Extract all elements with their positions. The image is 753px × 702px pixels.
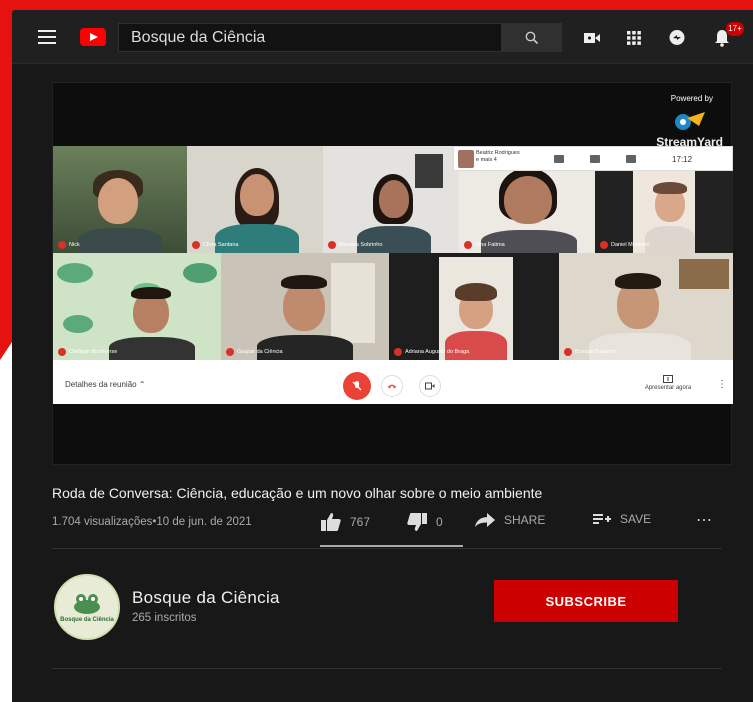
powered-by-label: Powered by — [670, 94, 713, 103]
participant-name: Mariana Sobrinho — [328, 241, 382, 249]
like-ratio-bar — [320, 545, 463, 547]
channel-avatar[interactable]: Bosque da Ciência — [54, 574, 120, 640]
meet-time: 17:12 — [672, 155, 693, 164]
frog-logo-icon — [74, 593, 100, 614]
camera-icon — [425, 382, 435, 390]
overlay-participant: Beatriz Rodrigues e mais 4 — [476, 150, 520, 163]
video-player[interactable]: Powered by StreamYard Nick Clivia Santan… — [52, 82, 733, 465]
present-icon — [663, 375, 673, 383]
participant-name: Cleiligan Biodiverse — [58, 348, 117, 356]
top-bar: Bosque da Ciência 17+ — [12, 10, 753, 64]
thumbs-up-icon — [321, 513, 341, 531]
present-now-button[interactable]: Apresentar agora — [643, 375, 693, 391]
like-count: 767 — [350, 515, 371, 529]
activities-icon — [626, 155, 636, 163]
participant-name: Nick — [58, 241, 80, 249]
participant-tile: Cleiligan Biodiverse — [53, 253, 221, 360]
subscribe-button[interactable]: SUBSCRIBE — [494, 580, 678, 622]
chat-icon — [590, 155, 600, 163]
mic-off-icon — [352, 381, 362, 391]
save-button[interactable]: SAVE — [592, 512, 651, 526]
thumbs-down-icon — [407, 513, 427, 531]
meeting-details-button[interactable]: Detalhes da reunião ⌃ — [65, 380, 146, 389]
search-icon — [525, 31, 539, 44]
dislike-button[interactable]: 0 — [406, 512, 443, 532]
divider — [52, 548, 722, 549]
people-icon — [554, 155, 564, 163]
playlist-add-icon — [593, 514, 611, 524]
phone-icon — [388, 384, 396, 389]
more-options-icon[interactable]: ⋮ — [717, 379, 727, 390]
youtube-logo-icon[interactable] — [80, 28, 106, 46]
search-input[interactable]: Bosque da Ciência — [118, 23, 502, 52]
video-meta: 1.704 visualizações•10 de jun. de 2021 — [52, 516, 252, 528]
participant-tile: Nick — [53, 146, 187, 253]
notification-count-badge: 17+ — [726, 22, 744, 36]
like-button[interactable]: 767 — [320, 512, 370, 532]
youtube-app: Bosque da Ciência 17+ Powered by StreamY… — [12, 10, 753, 702]
participant-name: Nina Fatima — [464, 241, 505, 249]
participant-tile: Adriana Augusto do Braga — [389, 253, 559, 360]
mic-off-button[interactable] — [343, 372, 371, 400]
participant-name: Adriana Augusto do Braga — [394, 348, 469, 356]
end-call-button[interactable] — [381, 375, 403, 397]
apps-grid-icon[interactable] — [624, 28, 644, 48]
participant-tile: Mariana Sobrinho — [323, 146, 459, 253]
search-button[interactable] — [502, 23, 562, 52]
share-icon — [475, 513, 495, 527]
participant-name: Gaspar da Ciência — [226, 348, 283, 356]
participant-tile: Clivia Santana — [187, 146, 323, 253]
menu-icon[interactable] — [38, 30, 56, 44]
participant-name: Clivia Santana — [192, 241, 238, 249]
messages-icon[interactable] — [667, 28, 687, 48]
meet-overlay: Beatriz Rodrigues e mais 4 17:12 — [453, 146, 733, 171]
meet-toolbar: Detalhes da reunião ⌃ Apresentar agora ⋮ — [53, 367, 733, 404]
more-actions-icon[interactable]: ⋯ — [696, 510, 712, 530]
participant-name: Bosque Baixinho — [564, 348, 616, 356]
participant-name: Daniel Monteiro — [600, 241, 650, 249]
video-title: Roda de Conversa: Ciência, educação e um… — [52, 485, 543, 501]
channel-name[interactable]: Bosque da Ciência — [132, 588, 280, 608]
subscriber-count: 265 inscritos — [132, 612, 197, 624]
meet-screen: Nick Clivia Santana Mariana Sobrinho Nin… — [53, 146, 733, 404]
participant-tile: Bosque Baixinho — [559, 253, 733, 360]
share-button[interactable]: SHARE — [474, 512, 545, 528]
divider — [52, 668, 722, 669]
create-video-icon[interactable] — [582, 28, 602, 48]
dislike-count: 0 — [436, 515, 443, 529]
participant-tile: Gaspar da Ciência — [221, 253, 389, 360]
camera-button[interactable] — [419, 375, 441, 397]
